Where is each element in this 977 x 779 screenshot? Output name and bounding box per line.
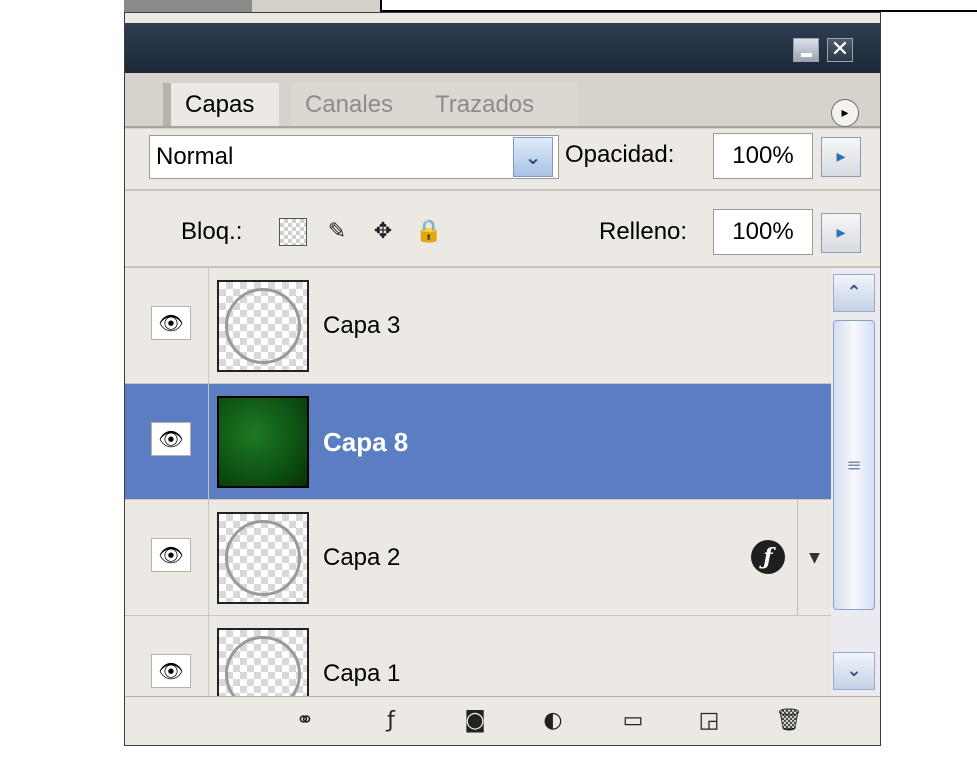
- layer-mask-icon[interactable]: ◙: [455, 705, 495, 737]
- opacity-input[interactable]: 100%: [713, 133, 813, 179]
- layer-thumbnail: [217, 280, 309, 372]
- layer-row[interactable]: 👁 Capa 3: [125, 268, 831, 384]
- lock-position-icon[interactable]: ✥: [369, 218, 397, 246]
- layer-row-selected[interactable]: 👁 Capa 8: [125, 384, 831, 500]
- opacity-label: Opacidad:: [565, 141, 675, 168]
- minimize-button[interactable]: [793, 38, 819, 62]
- layers-toolbar: ⚭ ƒ ◙ ◐ ▭ ◲ 🗑: [125, 696, 880, 745]
- eye-icon[interactable]: 👁: [151, 306, 191, 340]
- layer-row[interactable]: 👁 Capa 1: [125, 616, 831, 696]
- opacity-slider-button[interactable]: ▸: [821, 137, 861, 177]
- lock-transparent-icon[interactable]: [279, 218, 307, 246]
- eye-icon[interactable]: 👁: [151, 654, 191, 688]
- circle-shape: [225, 636, 301, 696]
- lock-image-icon[interactable]: ✎: [323, 218, 351, 246]
- layer-thumbnail: [217, 512, 309, 604]
- new-group-icon[interactable]: ▭: [613, 705, 653, 737]
- tab-divider: [125, 126, 880, 128]
- layer-style-icon[interactable]: ƒ: [371, 705, 411, 737]
- divider: [125, 189, 880, 191]
- layer-thumbnail: [217, 628, 309, 696]
- layer-name: Capa 3: [323, 312, 401, 339]
- delete-layer-icon[interactable]: 🗑: [769, 705, 809, 737]
- background-dark-area: [124, 0, 252, 12]
- link-layers-icon[interactable]: ⚭: [285, 705, 325, 737]
- eye-icon[interactable]: 👁: [151, 538, 191, 572]
- panel-titlebar[interactable]: [125, 23, 880, 73]
- layer-name: Capa 8: [323, 427, 409, 457]
- visibility-cell: 👁: [125, 616, 209, 696]
- tab-trazados[interactable]: Trazados: [421, 83, 577, 127]
- new-layer-icon[interactable]: ◲: [689, 705, 729, 737]
- fill-label: Relleno:: [599, 218, 688, 245]
- background-canvas-strip: [124, 0, 977, 12]
- panel-menu-button[interactable]: ▸: [831, 99, 859, 127]
- circle-shape: [225, 288, 301, 364]
- scroll-up-icon[interactable]: ⌃: [833, 274, 875, 312]
- expand-effects-arrow-icon[interactable]: ▼: [797, 500, 831, 615]
- layer-thumbnail: [217, 396, 309, 488]
- layer-name: Capa 1: [323, 660, 401, 687]
- lock-label: Bloq.:: [181, 218, 243, 245]
- visibility-cell: 👁: [125, 268, 209, 383]
- background-document-edge: [380, 0, 977, 12]
- visibility-cell: 👁: [125, 384, 209, 499]
- eye-icon[interactable]: 👁: [151, 422, 191, 456]
- adjustment-layer-icon[interactable]: ◐: [531, 705, 575, 737]
- fill-input[interactable]: 100%: [713, 209, 813, 255]
- layer-list: 👁 Capa 3 👁 Capa 8 👁 Capa 2 ƒ ▼ 👁 Capa 1: [125, 268, 831, 696]
- layer-row[interactable]: 👁 Capa 2 ƒ ▼: [125, 500, 831, 616]
- lock-all-icon[interactable]: 🔒: [415, 218, 443, 246]
- layer-effects-icon[interactable]: ƒ: [751, 540, 785, 574]
- fill-slider-button[interactable]: ▸: [821, 213, 861, 253]
- visibility-cell: 👁: [125, 500, 209, 615]
- blend-mode-select[interactable]: Normal: [149, 135, 559, 179]
- scroll-down-icon[interactable]: ⌄: [833, 652, 875, 690]
- layers-panel: ✕ Capas Canales Trazados ▸ Normal ⌄ Opac…: [124, 12, 881, 746]
- layer-list-scrollbar[interactable]: ⌃ ≡ ⌄: [831, 268, 880, 696]
- close-button[interactable]: ✕: [827, 38, 853, 62]
- tab-capas[interactable]: Capas: [163, 83, 279, 127]
- chevron-down-icon[interactable]: ⌄: [513, 137, 553, 177]
- circle-shape: [225, 520, 301, 596]
- scroll-thumb[interactable]: ≡: [833, 320, 875, 610]
- layer-name: Capa 2: [323, 544, 401, 571]
- tab-canales[interactable]: Canales: [291, 83, 437, 127]
